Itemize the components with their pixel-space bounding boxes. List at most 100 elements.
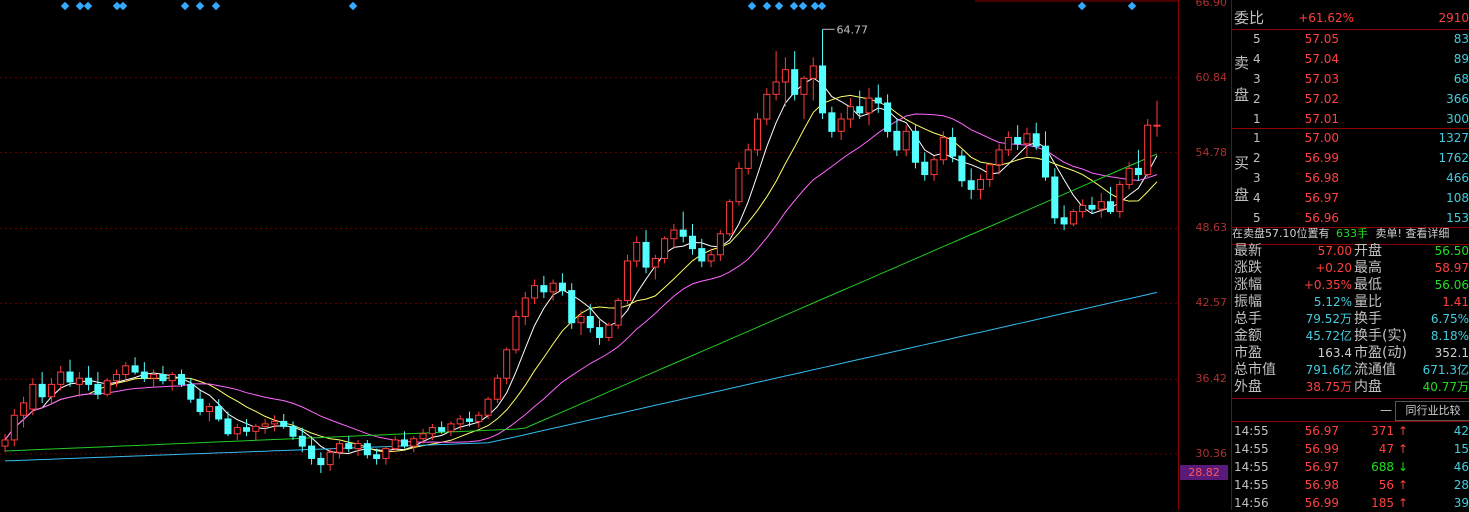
candle[interactable] [596,327,604,338]
candle[interactable] [400,439,409,447]
candle[interactable] [94,383,102,395]
candle[interactable] [568,290,576,324]
candle[interactable] [707,254,715,262]
candle[interactable] [623,260,631,301]
candle[interactable] [168,374,176,382]
candle[interactable] [1125,167,1133,185]
candle[interactable] [419,433,427,440]
candle[interactable] [196,398,204,413]
signal-diamond-icon[interactable] [348,1,358,11]
candle[interactable] [382,448,390,459]
signal-diamond-icon[interactable] [195,1,205,11]
candle[interactable] [716,233,724,256]
candle[interactable] [911,130,919,163]
signal-diamond-icon[interactable] [747,1,757,11]
candle[interactable] [995,149,1003,166]
candle[interactable] [577,316,585,324]
candle[interactable] [828,112,836,132]
candle[interactable] [373,454,381,459]
candle[interactable] [614,299,622,326]
candle[interactable] [753,118,762,151]
candle[interactable] [921,161,929,176]
candle[interactable] [112,374,121,382]
signal-diamond-icon[interactable] [798,1,808,11]
candle[interactable] [846,106,854,120]
candle[interactable] [958,155,966,182]
candle[interactable] [317,457,325,466]
candle[interactable] [224,418,232,435]
candle[interactable] [29,383,37,410]
candle[interactable] [280,420,288,427]
candle[interactable] [781,69,789,83]
buy-level-row[interactable]: 2 56.99 1762 [1232,148,1469,168]
candle[interactable] [763,93,771,120]
sell-level-row[interactable]: 4 57.04 89 [1232,49,1469,69]
candle[interactable] [1116,183,1124,213]
candle[interactable] [503,349,511,379]
order-notice[interactable]: 在卖盘57.10位置有 633手 卖单! 查看详细 [1232,224,1469,244]
collapse-dash[interactable]: — [1380,400,1392,420]
candle[interactable] [103,380,111,395]
candle[interactable] [75,377,83,385]
candle[interactable] [289,425,297,437]
candle[interactable] [10,414,18,441]
candle[interactable] [726,201,734,235]
candle[interactable] [1051,176,1059,219]
peer-compare-button[interactable]: 同行业比较 [1395,401,1469,421]
candle[interactable] [233,427,241,435]
candle[interactable] [642,241,650,268]
candle[interactable] [586,316,594,329]
candle[interactable] [465,418,474,422]
candle[interactable] [902,130,910,151]
candle[interactable] [140,371,148,379]
candle[interactable] [809,65,817,79]
candle[interactable] [1014,137,1022,145]
signal-diamond-icon[interactable] [118,1,128,11]
signal-diamond-icon[interactable] [1077,1,1087,11]
candle[interactable] [1107,201,1115,213]
candle[interactable] [772,81,780,95]
candle[interactable] [698,248,706,262]
candle[interactable] [131,365,139,373]
candle[interactable] [484,398,492,416]
candle[interactable] [261,423,269,427]
candle[interactable] [1032,133,1040,147]
candle[interactable] [884,102,892,132]
candle[interactable] [150,374,158,379]
candle[interactable] [986,164,994,180]
candle[interactable] [1097,201,1105,210]
candle[interactable] [447,423,455,432]
candle[interactable] [633,241,641,262]
candle[interactable] [38,383,46,398]
candle[interactable] [345,443,353,450]
candle[interactable] [159,374,167,382]
signal-diamond-icon[interactable] [1127,1,1137,11]
candle[interactable] [252,425,260,432]
kline-svg[interactable]: 64.77 [0,0,1178,510]
candle[interactable] [308,445,316,459]
candle[interactable] [1004,137,1012,151]
candle[interactable] [679,229,687,237]
candle[interactable] [976,178,985,190]
sell-level-row[interactable]: 2 57.02 366 [1232,89,1469,109]
candle[interactable] [475,414,483,422]
candle[interactable] [243,427,251,432]
signal-diamond-icon[interactable] [817,1,827,11]
candle[interactable] [521,297,529,318]
candle[interactable] [856,106,864,114]
candle[interactable] [20,402,28,416]
candle[interactable] [456,418,464,425]
signal-diamond-icon[interactable] [211,1,221,11]
candle[interactable] [1023,133,1031,145]
candle[interactable] [670,229,678,240]
candle[interactable] [177,374,186,385]
candle[interactable] [744,149,752,169]
kline-chart[interactable]: 64.77 [0,0,1178,510]
buy-level-row[interactable]: 3 56.98 466 [1232,168,1469,188]
candle[interactable] [122,365,130,376]
candle[interactable] [215,406,223,420]
candle[interactable] [493,377,501,400]
candle[interactable] [428,427,436,435]
sell-level-row[interactable]: 3 57.03 68 [1232,69,1469,89]
buy-level-row[interactable]: 1 57.00 1327 [1232,128,1469,148]
